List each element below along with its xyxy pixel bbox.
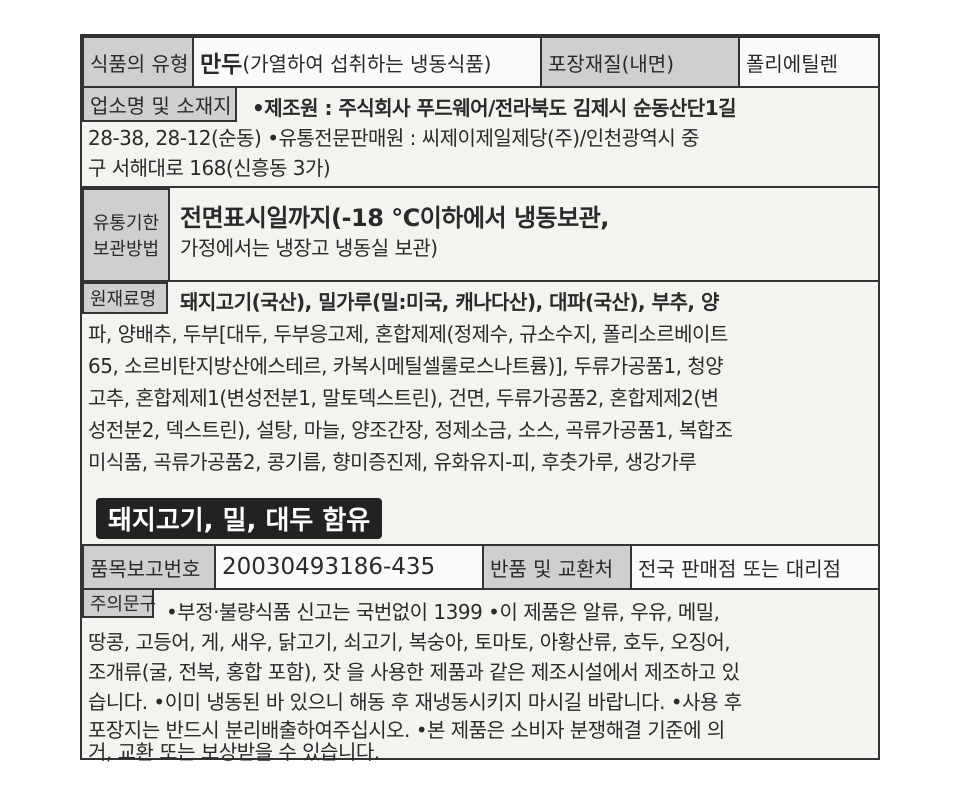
caution-line: •부정·불량식품 신고는 국번없이 1399 •이 제품은 알류, 우유, 메밀…: [166, 600, 720, 624]
packaging-label: 포장재질(내면): [540, 36, 740, 88]
address-line: •제조원 : 주식회사 푸드웨어/전라북도 김제시 순동산단1길: [252, 96, 737, 120]
food-type-label: 식품의 유형: [82, 36, 194, 88]
ingredients-label: 원재료명: [82, 282, 168, 314]
allergen-badge: 돼지고기, 밀, 대두 함유: [96, 498, 383, 539]
report-number-label: 품목보고번호: [82, 544, 216, 590]
food-label: 식품의 유형 만두 (가열하여 섭취하는 냉동식품) 포장재질(내면) 폴리에틸렌…: [80, 34, 880, 764]
ingredient-line: 파, 양배추, 두부[대두, 두부응고제, 혼합제제(정제수, 규소수지, 폴리…: [88, 322, 728, 346]
address-label: 업소명 및 소재지: [82, 86, 237, 122]
divider: [82, 186, 878, 188]
caution-label: 주의문구: [82, 588, 156, 618]
storage-label-2: 보관방법: [92, 239, 160, 260]
food-type-value: 만두 (가열하여 섭취하는 냉동식품): [192, 36, 542, 88]
caution-line: 습니다. •이미 냉동된 바 있으니 해동 후 재냉동시키지 마시길 바랍니다.…: [88, 690, 742, 714]
ingredient-line: 고추, 혼합제제1(변성전분1, 말토덱스트린), 건면, 두류가공품2, 혼합…: [88, 386, 719, 410]
address-line: 구 서해대로 168(신흥동 3가): [88, 156, 331, 180]
caution-line: 땅콩, 고등어, 게, 새우, 닭고기, 쇠고기, 복숭아, 토마토, 아황산류…: [88, 630, 731, 654]
address-line: 28-38, 28-12(순동) •유통전문판매원 : 씨제이제일제당(주)/인…: [88, 126, 700, 150]
ingredient-line: 성전분2, 덱스트린), 설탕, 마늘, 양조간장, 정제소금, 소스, 곡류가…: [88, 418, 733, 442]
storage-line: 전면표시일까지(-18 ℃이하에서 냉동보관,: [180, 204, 609, 232]
return-label: 반품 및 교환처: [482, 544, 632, 590]
ingredient-line: 65, 소르비탄지방산에스테르, 카복시메틸셀룰로스나트륨)], 두류가공품1,…: [88, 354, 724, 378]
caution-line: 조개류(굴, 전복, 홍합 포함), 잣 을 사용한 제품과 같은 제조시설에서…: [88, 660, 740, 684]
report-number-value: 20030493186-435: [214, 544, 484, 590]
divider: [82, 280, 878, 282]
packaging-value: 폴리에틸렌: [738, 36, 880, 88]
return-value: 전국 판매점 또는 대리점: [630, 544, 880, 590]
food-type-desc: (가열하여 섭취하는 냉동식품): [242, 51, 492, 76]
storage-label: 유통기한보관방법: [82, 188, 170, 282]
food-type-bold: 만두: [200, 52, 243, 78]
ingredient-line: 돼지고기(국산), 밀가루(밀:미국, 캐나다산), 대파(국산), 부추, 양: [180, 290, 719, 314]
storage-label-1: 유통기한: [92, 213, 160, 234]
storage-line: 가정에서는 냉장고 냉동실 보관): [180, 236, 438, 260]
ingredient-line: 미식품, 곡류가공품2, 콩기름, 향미증진제, 유화유지-피, 후춧가루, 생…: [88, 450, 697, 474]
caution-line: 거, 교환 또는 보상받을 수 있습니다.: [88, 740, 380, 764]
